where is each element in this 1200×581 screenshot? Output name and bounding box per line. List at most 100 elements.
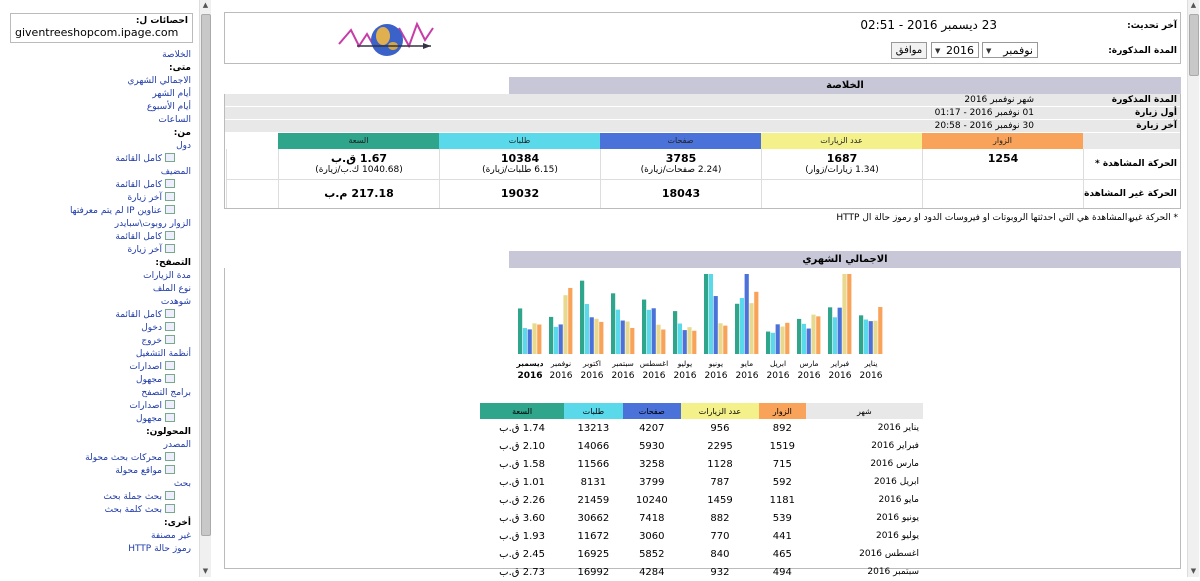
sidebar-link[interactable]: نوع الملف	[153, 284, 191, 294]
sidebar-link[interactable]: اصدارات	[129, 401, 162, 411]
sidebar-scroll-thumb[interactable]	[201, 14, 211, 536]
sidebar-item[interactable]: الاجمالي الشهري	[0, 75, 191, 88]
sidebar-link[interactable]: رموز حالة HTTP	[128, 544, 191, 554]
scroll-down-arrow-icon[interactable]: ▼	[200, 566, 211, 577]
sidebar-link[interactable]: كامل القائمة	[115, 310, 162, 320]
value-cell: 8131	[580, 476, 607, 488]
sidebar-item[interactable]: بحث	[0, 478, 191, 491]
sidebar-link[interactable]: محركات بحث محولة	[85, 453, 162, 463]
first-visit-row: أول زيارة 01 نوفمبر 2016 - 01:17	[225, 107, 1180, 120]
sidebar-link[interactable]: دول	[176, 141, 191, 151]
sidebar-item[interactable]: آخر زيارة	[0, 244, 191, 257]
sidebar-link[interactable]: الزوار روبوت\سبايدر	[115, 219, 191, 229]
popup-window-icon[interactable]	[165, 192, 175, 201]
sidebar-link[interactable]: مجهول	[136, 375, 162, 385]
sidebar-item[interactable]: كامل القائمة	[0, 153, 191, 166]
sidebar-link[interactable]: آخر زيارة	[127, 245, 162, 255]
sidebar-item[interactable]: الخلاصة	[0, 49, 191, 62]
sidebar-item[interactable]: مدة الزيارات	[0, 270, 191, 283]
sidebar-item[interactable]: المصدر	[0, 439, 191, 452]
sidebar-item[interactable]: الساعات	[0, 114, 191, 127]
sidebar-link[interactable]: اصدارات	[129, 362, 162, 372]
sidebar-item[interactable]: كامل القائمة	[0, 179, 191, 192]
scroll-down-arrow-icon[interactable]: ▼	[1188, 566, 1199, 577]
popup-window-icon[interactable]	[165, 400, 175, 409]
sidebar-item[interactable]: شوهدت	[0, 296, 191, 309]
sidebar-item[interactable]: كامل القائمة	[0, 309, 191, 322]
sidebar-item[interactable]: دول	[0, 140, 191, 153]
sidebar-link[interactable]: خروج	[141, 336, 162, 346]
page-scrollbar[interactable]: ▲ ▼	[1187, 0, 1199, 577]
sidebar-item[interactable]: محركات بحث محولة	[0, 452, 191, 465]
sidebar-item[interactable]: خروج	[0, 335, 191, 348]
scroll-up-arrow-icon[interactable]: ▲	[1188, 0, 1199, 11]
sidebar-link[interactable]: المضيف	[161, 167, 191, 177]
sidebar-item[interactable]: عناوين IP لم يتم معرفتها	[0, 205, 191, 218]
footnote: * الحركة غير المشاهدة هي التي احدثتها ال…	[836, 213, 1178, 223]
sidebar-link[interactable]: آخر زيارة	[127, 193, 162, 203]
sidebar-item[interactable]: نوع الملف	[0, 283, 191, 296]
chart-bar-pages	[837, 307, 842, 354]
sidebar-item[interactable]: دخول	[0, 322, 191, 335]
popup-window-icon[interactable]	[165, 491, 175, 500]
popup-window-icon[interactable]	[165, 361, 175, 370]
popup-window-icon[interactable]	[165, 153, 175, 162]
sidebar-link[interactable]: مدة الزيارات	[143, 271, 191, 281]
sidebar-item[interactable]: الزوار روبوت\سبايدر	[0, 218, 191, 231]
sidebar-link[interactable]: الاجمالي الشهري	[127, 76, 191, 86]
sidebar-link[interactable]: أنظمة التشغيل	[136, 349, 191, 359]
sidebar-link[interactable]: دخول	[141, 323, 162, 333]
month-select[interactable]: نوفمبر ▼	[982, 42, 1038, 58]
popup-window-icon[interactable]	[165, 309, 175, 318]
sidebar-link[interactable]: برامج التصفح	[141, 388, 191, 398]
sidebar-link[interactable]: شوهدت	[161, 297, 191, 307]
sidebar-link[interactable]: مجهول	[136, 414, 162, 424]
sidebar-link[interactable]: مواقع محولة	[115, 466, 162, 476]
sidebar-item[interactable]: غير مصنفة	[0, 530, 191, 543]
sidebar-link[interactable]: بحث كلمة بحث	[105, 505, 162, 515]
scroll-up-arrow-icon[interactable]: ▲	[200, 0, 211, 11]
sidebar-item[interactable]: كامل القائمة	[0, 231, 191, 244]
sidebar-link[interactable]: الخلاصة	[162, 50, 191, 60]
popup-window-icon[interactable]	[165, 504, 175, 513]
sidebar-item[interactable]: اصدارات	[0, 361, 191, 374]
ok-button[interactable]: موافق	[891, 42, 927, 59]
sidebar-item[interactable]: أيام الأسبوع	[0, 101, 191, 114]
sidebar-link[interactable]: الساعات	[158, 115, 191, 125]
sidebar-item[interactable]: المضيف	[0, 166, 191, 179]
sidebar-link[interactable]: كامل القائمة	[115, 154, 162, 164]
popup-window-icon[interactable]	[165, 231, 175, 240]
sidebar-item[interactable]: بحث جملة بحث	[0, 491, 191, 504]
popup-window-icon[interactable]	[165, 374, 175, 383]
sidebar-scrollbar[interactable]: ▲ ▼	[199, 0, 211, 577]
sidebar-link[interactable]: عناوين IP لم يتم معرفتها	[70, 206, 162, 216]
popup-window-icon[interactable]	[165, 322, 175, 331]
popup-window-icon[interactable]	[165, 205, 175, 214]
popup-window-icon[interactable]	[165, 465, 175, 474]
sidebar-link[interactable]: كامل القائمة	[115, 232, 162, 242]
sidebar-link[interactable]: كامل القائمة	[115, 180, 162, 190]
sidebar-item[interactable]: أيام الشهر	[0, 88, 191, 101]
sidebar-link[interactable]: غير مصنفة	[151, 531, 191, 541]
page-scroll-thumb[interactable]	[1189, 14, 1199, 76]
sidebar-item[interactable]: أنظمة التشغيل	[0, 348, 191, 361]
sidebar-item[interactable]: مجهول	[0, 413, 191, 426]
sidebar-item[interactable]: رموز حالة HTTP	[0, 543, 191, 556]
sidebar-item[interactable]: آخر زيارة	[0, 192, 191, 205]
sidebar-item[interactable]: مجهول	[0, 374, 191, 387]
sidebar-item[interactable]: بحث كلمة بحث	[0, 504, 191, 517]
popup-window-icon[interactable]	[165, 179, 175, 188]
sidebar-item[interactable]: اصدارات	[0, 400, 191, 413]
popup-window-icon[interactable]	[165, 452, 175, 461]
sidebar-link[interactable]: أيام الشهر	[152, 89, 191, 99]
sidebar-link[interactable]: أيام الأسبوع	[147, 102, 191, 112]
sidebar-item[interactable]: برامج التصفح	[0, 387, 191, 400]
sidebar-link[interactable]: بحث جملة بحث	[103, 492, 162, 502]
sidebar-link[interactable]: المصدر	[164, 440, 191, 450]
sidebar-link[interactable]: بحث	[174, 479, 191, 489]
year-select[interactable]: 2016 ▼	[931, 42, 979, 58]
popup-window-icon[interactable]	[165, 413, 175, 422]
popup-window-icon[interactable]	[165, 244, 175, 253]
popup-window-icon[interactable]	[165, 335, 175, 344]
sidebar-item[interactable]: مواقع محولة	[0, 465, 191, 478]
